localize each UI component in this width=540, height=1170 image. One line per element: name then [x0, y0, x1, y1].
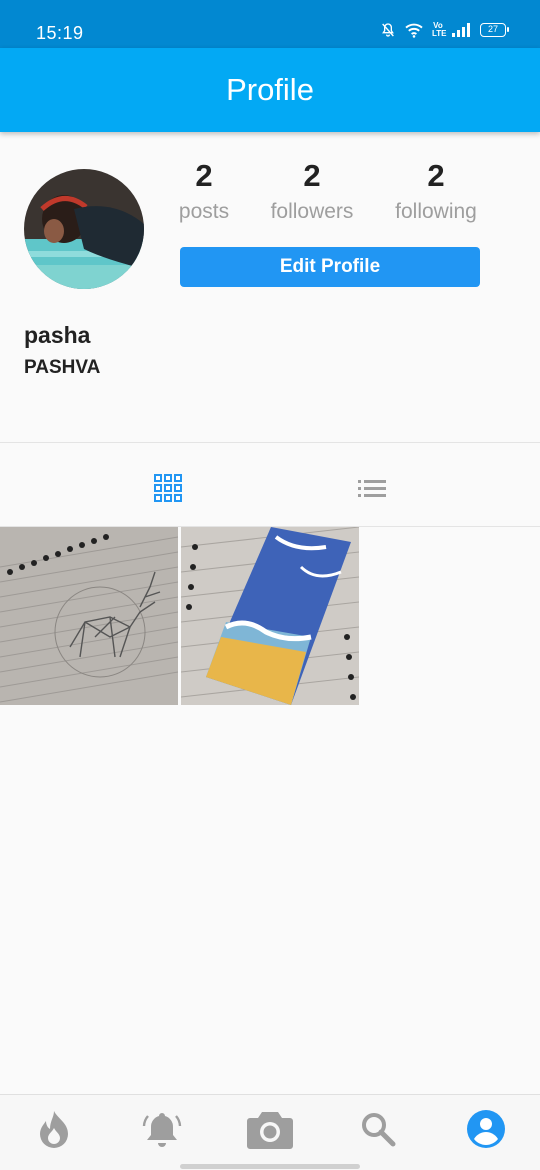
status-time: 15:19 [36, 23, 84, 43]
grid-icon [153, 473, 183, 508]
display-name: PASHVA [24, 357, 101, 378]
page-title: Profile [226, 72, 314, 107]
post-thumbnail[interactable] [0, 527, 178, 705]
account-icon [466, 1109, 506, 1154]
volte-icon: Vo LTE [432, 21, 447, 38]
app-bar: Profile [0, 48, 540, 132]
status-icons: Vo LTE 27 [380, 21, 509, 38]
wifi-icon [404, 22, 424, 38]
camera-icon [247, 1109, 293, 1154]
stat-following[interactable]: 2 following [382, 156, 490, 224]
nav-feed[interactable] [32, 1109, 76, 1153]
battery-icon: 27 [480, 23, 509, 37]
avatar[interactable] [24, 169, 144, 289]
tab-list[interactable] [352, 470, 392, 510]
nav-camera[interactable] [247, 1109, 293, 1154]
post-thumbnail[interactable] [181, 527, 359, 705]
stat-followers[interactable]: 2 followers [256, 156, 368, 224]
flame-icon [37, 1110, 71, 1153]
followers-label: followers [270, 200, 354, 223]
list-icon [358, 478, 386, 503]
signal-icon [452, 23, 472, 37]
sketch-image [0, 527, 178, 705]
following-label: following [395, 200, 477, 223]
home-indicator [180, 1164, 360, 1169]
notifications-icon [142, 1110, 182, 1153]
bottom-navigation [0, 1094, 540, 1170]
username: pasha [24, 322, 91, 348]
following-count: 2 [427, 158, 445, 193]
nav-notifications[interactable] [140, 1109, 184, 1153]
posts-count: 2 [195, 158, 213, 193]
divider [0, 442, 540, 443]
nav-search[interactable] [356, 1109, 400, 1153]
mute-notifications-icon [380, 22, 396, 38]
edit-profile-button[interactable]: Edit Profile [180, 247, 480, 287]
tab-grid[interactable] [148, 470, 188, 510]
followers-count: 2 [303, 158, 321, 193]
search-icon [360, 1111, 396, 1152]
nav-profile[interactable] [464, 1109, 508, 1153]
posts-label: posts [178, 200, 230, 223]
status-bar: 15:19 Vo LTE 27 [0, 0, 540, 48]
painting-image [181, 527, 359, 705]
stat-posts[interactable]: 2 posts [160, 156, 248, 224]
